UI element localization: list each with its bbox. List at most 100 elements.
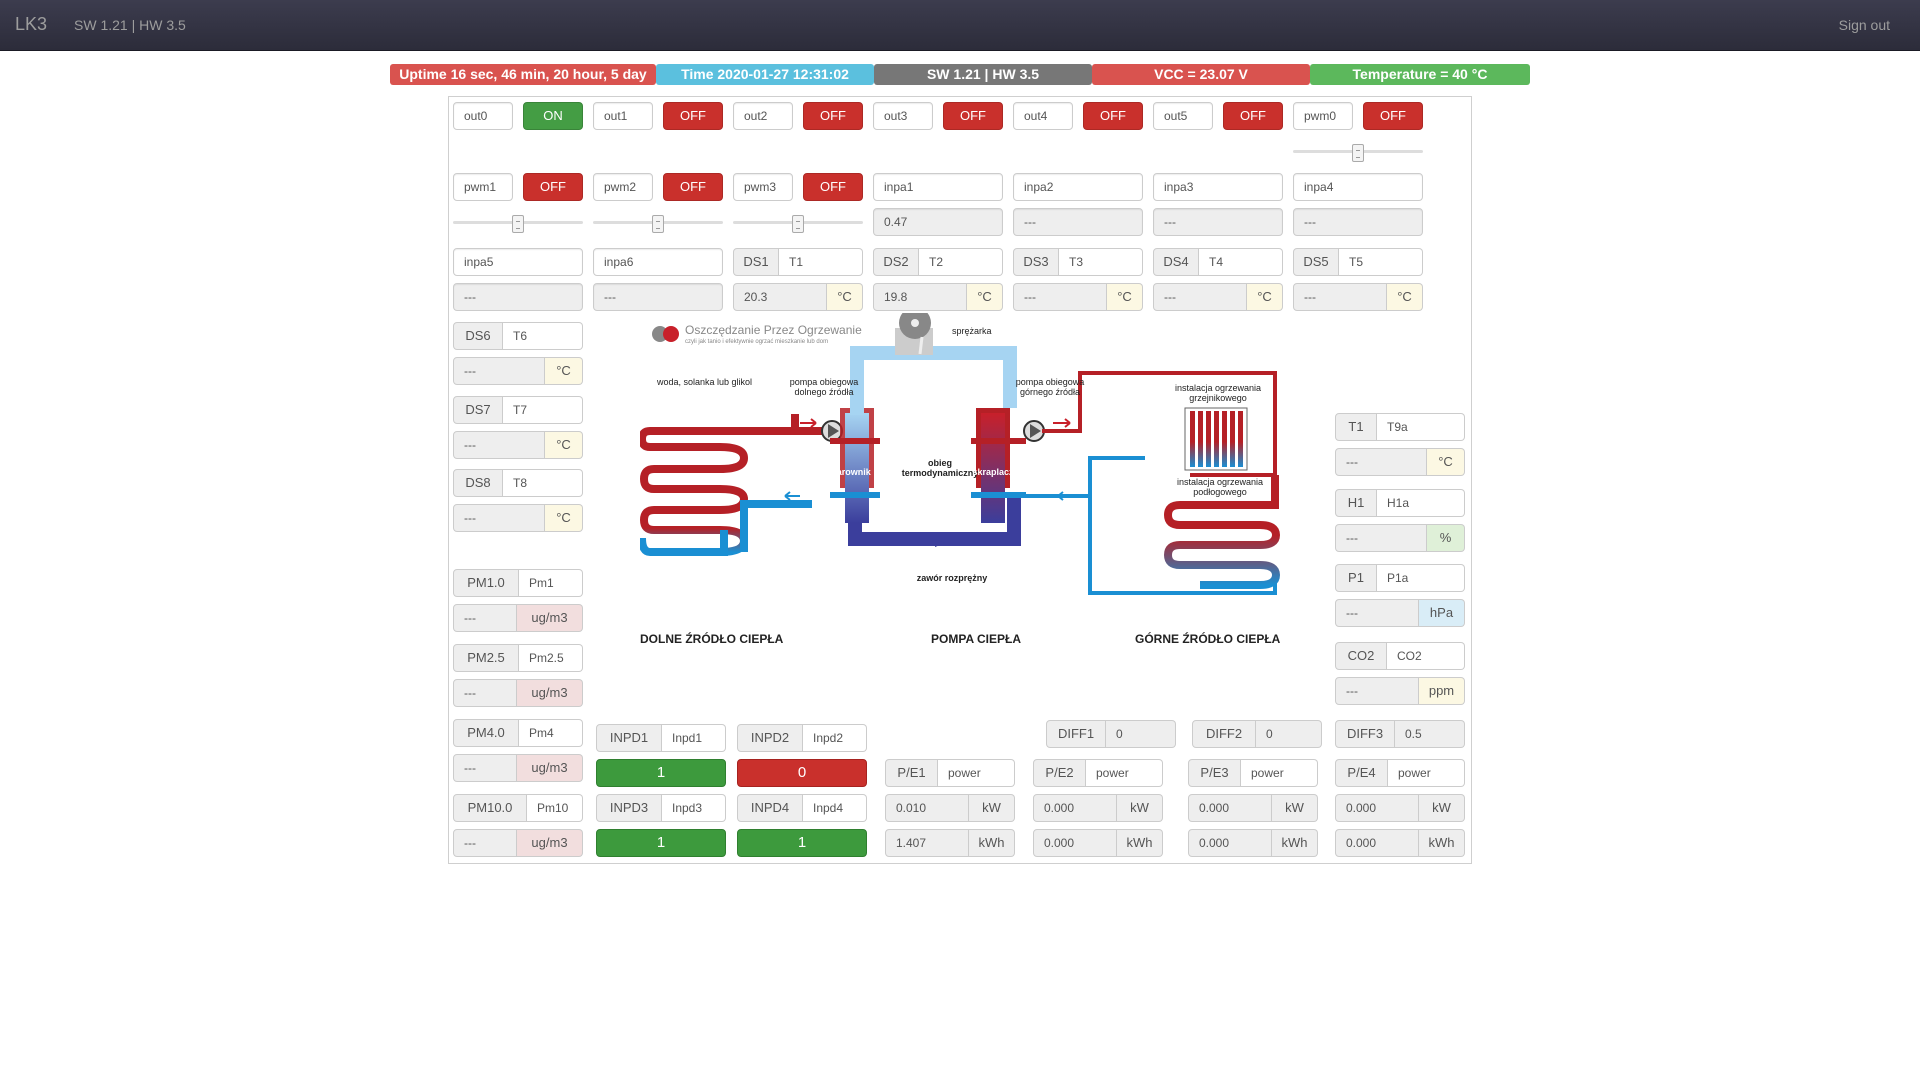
output-toggle-button[interactable]: OFF [943, 102, 1003, 130]
pwm-toggle-button[interactable]: OFF [523, 173, 583, 201]
power-kwh: 0.000 kWh [1033, 829, 1163, 857]
inpa-name[interactable]: inpa6 [593, 248, 723, 276]
output-name[interactable]: out3 [873, 102, 933, 130]
pm-sensor-name: PM4.0 Pm4 [453, 719, 583, 747]
output-name[interactable]: out4 [1013, 102, 1073, 130]
signout-link[interactable]: Sign out [1839, 17, 1890, 33]
ds-sensor-name: DS8 T8 [453, 469, 583, 497]
pm-sensor-value: --- ug/m3 [453, 679, 583, 707]
ds-sensor-value: --- °C [453, 357, 583, 385]
pwm-toggle-button[interactable]: OFF [1363, 102, 1423, 130]
env-sensor-name: CO2 CO2 [1335, 642, 1465, 670]
logo-text: Oszczędzanie Przez Ogrzewanie [685, 323, 862, 337]
vcc-label: VCC = 23.07 V [1092, 64, 1310, 85]
env-sensor-value: --- ppm [1335, 677, 1465, 705]
pwm3-slider[interactable] [733, 215, 863, 233]
power-kwh: 1.407 kWh [885, 829, 1015, 857]
output-toggle-button[interactable]: ON [523, 102, 583, 130]
power-kwh: 0.000 kWh [1188, 829, 1318, 857]
lower-source-coil [637, 414, 799, 500]
floor-heating-label: instalacja ogrzewania podłogowego [1176, 477, 1264, 497]
slider-handle[interactable] [1352, 144, 1364, 162]
inpa-value: --- [593, 283, 723, 311]
diff-field: DIFF1 0 [1046, 720, 1176, 748]
pwm-name[interactable]: pwm2 [593, 173, 653, 201]
slider-handle[interactable] [512, 215, 524, 233]
temperature-label: Temperature = 40 °C [1310, 64, 1530, 85]
swhw-label: SW 1.21 | HW 3.5 [874, 64, 1092, 85]
ds-sensor-name: DS5 T5 [1293, 248, 1423, 276]
uptime-label: Uptime 16 sec, 46 min, 20 hour, 5 day [390, 64, 656, 85]
pwm2-slider[interactable] [593, 215, 723, 233]
output-toggle-button[interactable]: OFF [1083, 102, 1143, 130]
power-kwh: 0.000 kWh [1335, 829, 1465, 857]
power-meter-name: P/E2 power [1033, 759, 1163, 787]
inpa-name[interactable]: inpa5 [453, 248, 583, 276]
digital-input-name: INPD3 Inpd3 [596, 794, 726, 822]
output-toggle-button[interactable]: OFF [803, 102, 863, 130]
pwm-toggle-button[interactable]: OFF [803, 173, 863, 201]
upper-pump-label: pompa obiegowa górnego źródła [1015, 377, 1085, 397]
lower-source-title: DOLNE ŹRÓDŁO CIEPŁA [640, 632, 784, 646]
brand[interactable]: LK3 [15, 14, 47, 35]
pwm1-slider[interactable] [453, 215, 583, 233]
ds-sensor-name: DS6 T6 [453, 322, 583, 350]
diff-field: DIFF3 0.5 [1335, 720, 1465, 748]
digital-input-state: 1 [737, 829, 867, 857]
digital-input-name: INPD1 Inpd1 [596, 724, 726, 752]
output-name[interactable]: out0 [453, 102, 513, 130]
slider-handle[interactable] [652, 215, 664, 233]
lower-medium-label: woda, solanka lub glikol [657, 377, 753, 387]
inpa-name[interactable]: inpa1 [873, 173, 1003, 201]
time-label: Time 2020-01-27 12:31:02 [656, 64, 874, 85]
refrigerant-top-pipe [850, 346, 1017, 415]
output-toggle-button[interactable]: OFF [1223, 102, 1283, 130]
power-meter-name: P/E3 power [1188, 759, 1318, 787]
pm-sensor-name: PM2.5 Pm2.5 [453, 644, 583, 672]
ds-sensor-value: --- °C [453, 431, 583, 459]
digital-input-state: 1 [596, 759, 726, 787]
inpa-value: --- [453, 283, 583, 311]
ds-sensor-name: DS2 T2 [873, 248, 1003, 276]
pwm0-slider[interactable] [1293, 144, 1423, 162]
heat-pump-diagram: Oszczędzanie Przez Ogrzewanie czyli jak … [637, 307, 1300, 653]
pm-sensor-value: --- ug/m3 [453, 829, 583, 857]
ds-sensor-name: DS4 T4 [1153, 248, 1283, 276]
power-kw: 0.010 kW [885, 794, 1015, 822]
output-name[interactable]: out1 [593, 102, 653, 130]
evaporator-label: parownik [831, 467, 871, 477]
ds-sensor-value: --- °C [1293, 283, 1423, 311]
pwm-name[interactable]: pwm1 [453, 173, 513, 201]
env-sensor-value: ---% [1335, 524, 1465, 552]
lower-source-coil-return [639, 498, 749, 556]
navbar: LK3 SW 1.21 | HW 3.5 Sign out [0, 0, 1920, 51]
lower-pump-label: pompa obiegowa dolnego źródła [789, 377, 859, 397]
ds-sensor-value: --- °C [1013, 283, 1143, 311]
power-kw: 0.000 kW [1188, 794, 1318, 822]
output-name[interactable]: out5 [1153, 102, 1213, 130]
power-kw: 0.000 kW [1033, 794, 1163, 822]
output-toggle-button[interactable]: OFF [663, 102, 723, 130]
nav-version: SW 1.21 | HW 3.5 [74, 17, 186, 33]
ds-sensor-name: DS3 T3 [1013, 248, 1143, 276]
inpa-name[interactable]: inpa3 [1153, 173, 1283, 201]
logo-house-icon [663, 326, 679, 342]
digital-input-state: 1 [596, 829, 726, 857]
slider-handle[interactable] [792, 215, 804, 233]
output-name[interactable]: out2 [733, 102, 793, 130]
pwm-toggle-button[interactable]: OFF [663, 173, 723, 201]
pwm-name[interactable]: pwm0 [1293, 102, 1353, 130]
pm-sensor-name: PM1.0 Pm1 [453, 569, 583, 597]
power-kw: 0.000 kW [1335, 794, 1465, 822]
heat-pump-title: POMPA CIEPŁA [931, 632, 1022, 646]
power-meter-name: P/E1 power [885, 759, 1015, 787]
inpa-name[interactable]: inpa4 [1293, 173, 1423, 201]
inpa-value: --- [1153, 208, 1283, 236]
pwm-name[interactable]: pwm3 [733, 173, 793, 201]
inpa-value: 0.47 [873, 208, 1003, 236]
digital-input-state: 0 [737, 759, 867, 787]
pm-sensor-name: PM10.0 Pm10 [453, 794, 583, 822]
inpa-name[interactable]: inpa2 [1013, 173, 1143, 201]
pm-sensor-value: --- ug/m3 [453, 604, 583, 632]
ds-sensor-value: 20.3 °C [733, 283, 863, 311]
